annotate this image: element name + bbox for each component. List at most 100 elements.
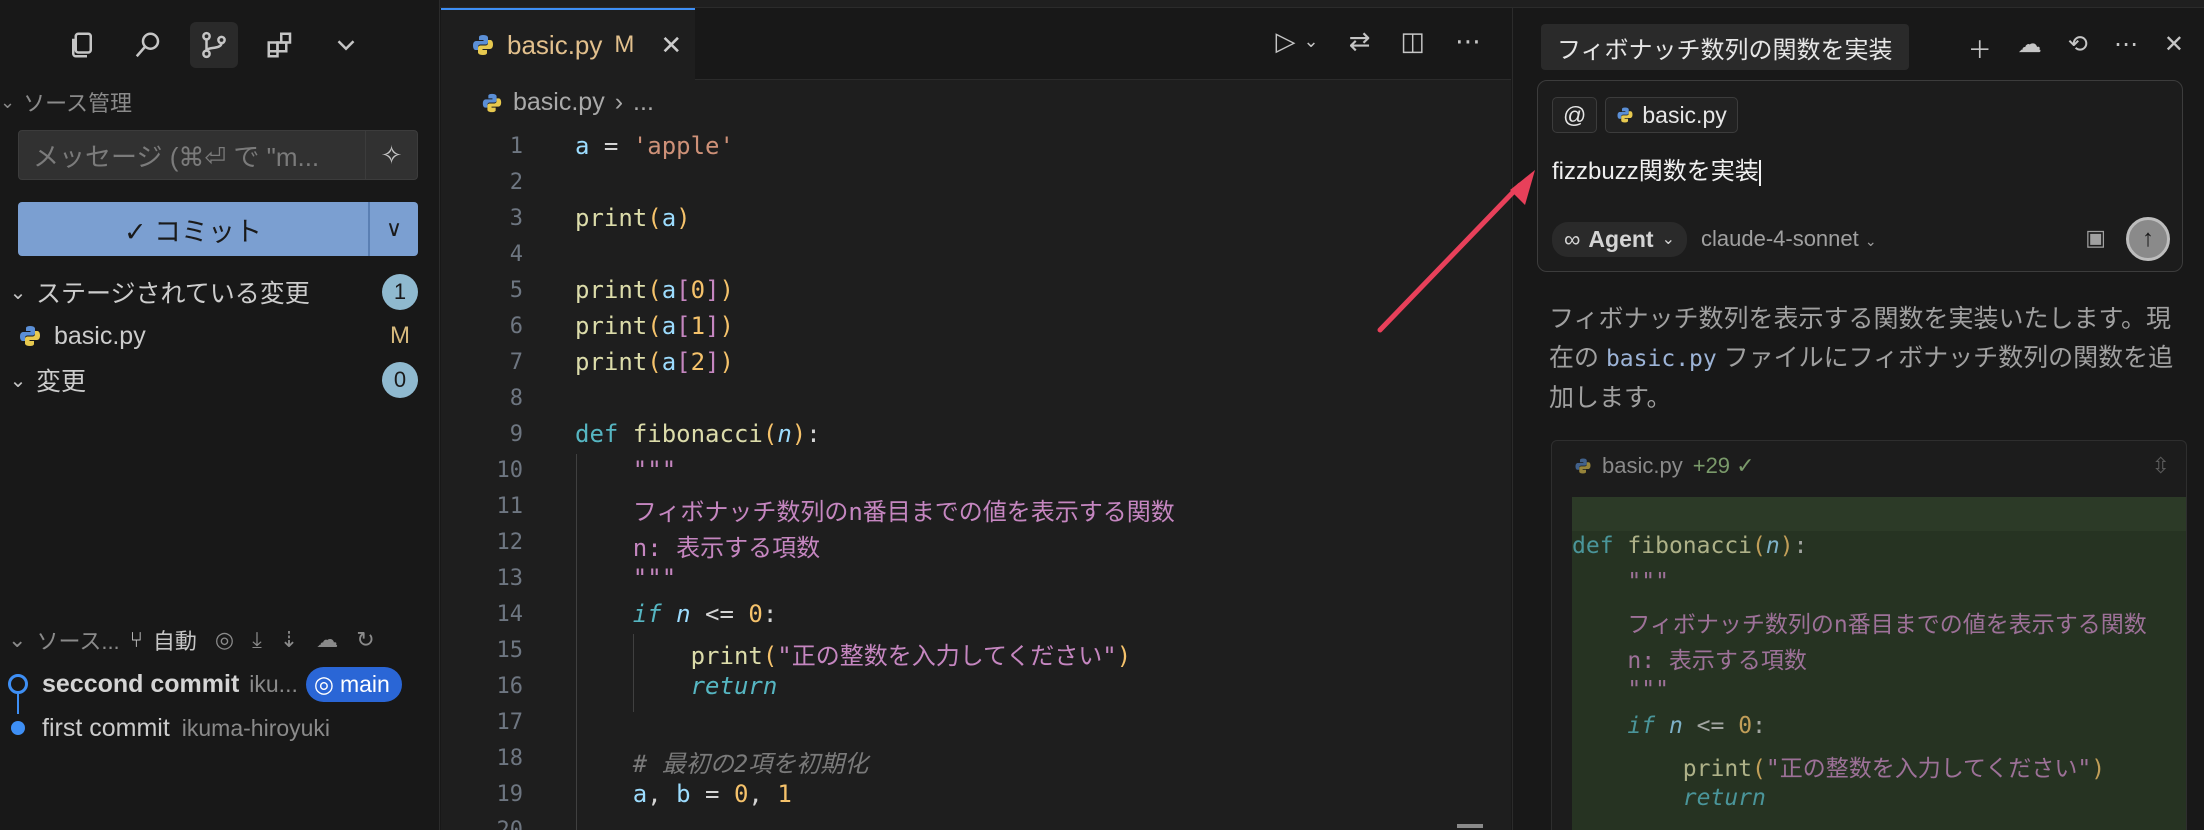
editor-actions: ▷ ⌄ ⇄ ◫ ⋯ xyxy=(1276,26,1481,57)
code-line: """ xyxy=(575,456,677,484)
copy-icon xyxy=(72,32,92,58)
breadcrumb-symbol[interactable]: ... xyxy=(633,88,654,117)
line-number: 2 xyxy=(509,170,523,195)
branch-badge[interactable]: ◎ main xyxy=(305,666,402,702)
scrollbar-indicator[interactable] xyxy=(1457,824,1483,828)
diff-line: return xyxy=(1682,785,1766,811)
commit-title: first commit xyxy=(42,713,170,742)
search-icon xyxy=(135,32,160,58)
generate-message-sparkle-icon[interactable]: ✧ xyxy=(365,131,417,179)
chat-actions: ＋ ☁ ⟲ ⋯ ✕ xyxy=(1968,30,2184,65)
plus-icon[interactable]: ＋ xyxy=(1968,30,1992,65)
search-button[interactable] xyxy=(124,22,172,68)
staged-file-name: basic.py xyxy=(54,321,146,350)
diff-added-count: +29 ✓ xyxy=(1692,453,1755,478)
diff-line: if n <= 0: xyxy=(1627,713,1766,739)
line-number: 8 xyxy=(509,386,523,411)
arrow-up-icon: ↑ xyxy=(2142,225,2154,252)
line-number: 10 xyxy=(496,458,524,483)
prompt-text: fizzbuzz関数を実装 xyxy=(1552,158,1759,185)
infinity-icon: ∞ xyxy=(1564,225,1581,252)
extensions-icon xyxy=(267,32,292,58)
code-line: フィボナッチ数列のn番目までの値を表示する関数 xyxy=(575,498,1175,526)
line-number: 16 xyxy=(496,674,524,699)
chat-tab[interactable]: フィボナッチ数列の関数を実装 xyxy=(1541,24,1909,70)
breadcrumb-file[interactable]: basic.py xyxy=(513,88,605,117)
code-line: print(a[0]) xyxy=(575,276,734,304)
python-file-icon xyxy=(482,93,502,112)
explorer-button[interactable] xyxy=(58,22,106,68)
history-icon[interactable]: ⟲ xyxy=(2068,30,2088,65)
source-control-graph-header[interactable]: ⌄ ソース... ⑂ 自動 ◎ ⤓ ⇣ ☁ ↻ xyxy=(0,620,440,660)
diff-line: """ xyxy=(1572,569,1669,595)
line-number: 7 xyxy=(509,350,523,375)
run-icon[interactable]: ▷ xyxy=(1276,26,1296,57)
staged-changes-label: ステージされている変更 xyxy=(36,280,310,308)
code-line: a, b = 0, 1 xyxy=(632,780,792,808)
changes-group[interactable]: ⌄ 変更 0 xyxy=(0,360,440,400)
staged-file-item[interactable]: basic.py M xyxy=(0,316,440,356)
line-number: 18 xyxy=(496,746,524,771)
line-number: 6 xyxy=(509,314,523,339)
send-button[interactable]: ↑ xyxy=(2126,217,2170,261)
image-attach-icon[interactable]: ▣ xyxy=(2085,225,2106,251)
pull-icon[interactable]: ⇣ xyxy=(280,627,298,653)
expand-icon[interactable]: ⇳ xyxy=(2152,453,2170,479)
staged-changes-group[interactable]: ⌄ ステージされている変更 1 xyxy=(0,272,440,312)
code-line: print("正の整数を入力してください") xyxy=(690,642,1132,670)
extensions-button[interactable] xyxy=(256,22,304,68)
commit-node xyxy=(8,674,28,694)
commit-message-input[interactable]: メッセージ (⌘⏎ で "m... ✧ xyxy=(18,130,418,180)
modified-status: M xyxy=(390,322,410,349)
code-line: def fibonacci(n): xyxy=(575,420,821,448)
close-icon[interactable]: ✕ xyxy=(2164,30,2184,65)
line-number: 12 xyxy=(496,530,524,555)
ai-chat-panel: フィボナッチ数列の関数を実装 ＋ ☁ ⟲ ⋯ ✕ @ basic.py fizz… xyxy=(1512,8,2204,830)
more-actions-icon[interactable]: ⋯ xyxy=(2114,30,2138,65)
code-line: print(a[2]) xyxy=(575,348,734,376)
compare-changes-icon[interactable]: ⇄ xyxy=(1349,26,1371,57)
diff-line: def fibonacci(n): xyxy=(1572,533,1808,559)
changes-label: 変更 xyxy=(36,368,87,396)
context-file-chip[interactable]: basic.py xyxy=(1605,97,1738,133)
commit-options-chevron-icon[interactable]: ∨ xyxy=(368,202,418,256)
reply-code: basic.py xyxy=(1605,346,1717,372)
graph-auto-label[interactable]: 自動 xyxy=(153,624,197,656)
diff-header[interactable]: basic.py +29 ✓ ⇳ xyxy=(1552,441,2186,491)
editor-tab-bar: basic.py M ✕ ▷ ⌄ ⇄ ◫ ⋯ xyxy=(441,8,1511,80)
code-line: print(a) xyxy=(575,204,691,232)
commit-author: ikuma-hiroyuki xyxy=(181,714,331,741)
chat-prompt-input[interactable]: fizzbuzz関数を実装 xyxy=(1552,151,1761,186)
commit-item[interactable]: seccond commit iku... ◎ main xyxy=(0,664,402,704)
mention-button[interactable]: @ xyxy=(1552,97,1598,133)
diff-line: フィボナッチ数列のn番目までの値を表示する関数 xyxy=(1572,612,2147,638)
source-control-button[interactable] xyxy=(190,22,238,68)
target-icon[interactable]: ◎ xyxy=(215,627,234,653)
commit-button[interactable]: ✓ コミット ∨ xyxy=(18,202,418,256)
chevron-down-icon: ⌄ xyxy=(9,281,27,304)
diff-filename: basic.py xyxy=(1602,453,1683,478)
agent-mode-label: Agent xyxy=(1588,225,1654,252)
more-actions-icon[interactable]: ⋯ xyxy=(1455,26,1481,57)
cloud-upload-icon[interactable]: ☁ xyxy=(316,627,338,653)
close-icon[interactable]: ✕ xyxy=(660,30,682,61)
line-number: 13 xyxy=(496,566,524,591)
cloud-icon[interactable]: ☁ xyxy=(2018,30,2042,65)
source-control-section-title[interactable]: ⌄ ソース管理 xyxy=(0,86,132,118)
commit-item[interactable]: first commit ikuma-hiroyuki xyxy=(0,708,330,748)
diff-body: def fibonacci(n): """ フィボナッチ数列のn番目までの値を表… xyxy=(1572,497,2186,830)
model-selector[interactable]: claude-4-sonnet ⌄ xyxy=(1701,226,1877,252)
more-views-button[interactable] xyxy=(322,22,370,68)
chat-composer[interactable]: @ basic.py fizzbuzz関数を実装 ∞ Agent ⌄ claud… xyxy=(1537,80,2183,272)
code-line: a = 'apple' xyxy=(575,132,734,160)
run-options-chevron-icon[interactable]: ⌄ xyxy=(1304,31,1319,52)
python-file-icon xyxy=(1617,107,1633,123)
line-number: 3 xyxy=(509,206,523,231)
agent-mode-dropdown[interactable]: ∞ Agent ⌄ xyxy=(1552,221,1687,257)
commit-title: seccond commit xyxy=(42,669,240,698)
editor-tab[interactable]: basic.py M ✕ xyxy=(441,8,695,80)
diff-card[interactable]: basic.py +29 ✓ ⇳ def fibonacci(n): """ フ… xyxy=(1551,440,2187,830)
split-editor-icon[interactable]: ◫ xyxy=(1400,26,1425,57)
refresh-icon[interactable]: ↻ xyxy=(356,627,374,653)
fetch-icon[interactable]: ⤓ xyxy=(252,627,262,653)
